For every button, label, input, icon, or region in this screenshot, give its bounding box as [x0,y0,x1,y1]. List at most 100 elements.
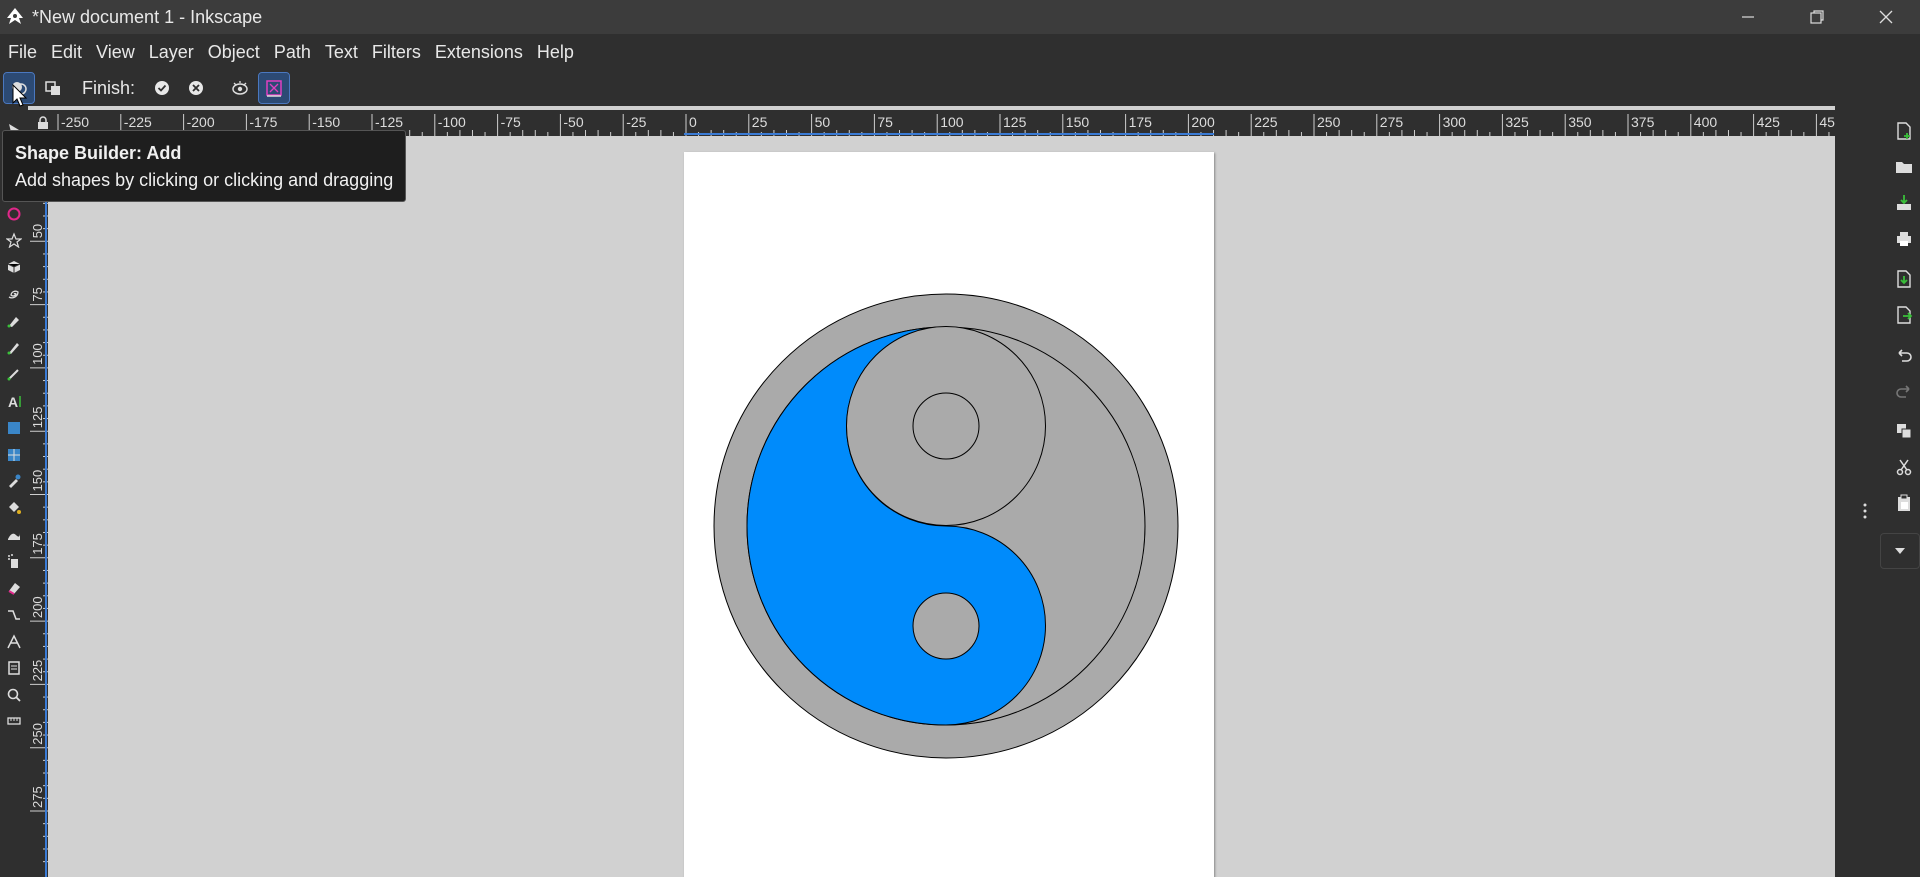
paste-icon[interactable] [1895,494,1913,512]
ruler-tick-label: 75 [877,114,893,130]
ruler-tick-label: -175 [249,114,277,130]
tool-zoom[interactable] [4,685,24,705]
tool-spray[interactable] [4,551,24,571]
ruler-tick-label: 200 [30,596,45,618]
tool-tweak[interactable] [4,525,24,545]
cancel-icon [189,81,204,95]
menu-view[interactable]: View [89,42,142,63]
open-icon[interactable] [1895,158,1913,176]
replace-shapes-toggle[interactable] [258,72,291,104]
visibility-icon [232,81,248,95]
finish-confirm-button[interactable] [147,73,177,103]
finish-cancel-button[interactable] [181,73,211,103]
pencil-icon [7,343,19,355]
import-icon[interactable] [1895,270,1913,288]
close-button[interactable] [1851,0,1920,34]
menu-text[interactable]: Text [318,42,365,63]
vertical-ruler[interactable]: 255075100125150175200225250275 [28,136,48,877]
mouse-cursor-icon [12,84,28,107]
check-icon [155,81,170,95]
restore-button[interactable] [1782,0,1851,34]
menu-file[interactable]: File [0,42,44,63]
canvas[interactable] [48,136,1835,877]
ruler-tick-label: 0 [689,114,697,130]
ruler-tick-label: 250 [30,723,45,745]
tool-calligraphy[interactable] [4,364,24,384]
ruler-tick-label: 325 [1505,114,1529,130]
toolbox: A [0,106,28,877]
menu-layer[interactable]: Layer [142,42,201,63]
tool-eraser[interactable] [4,578,24,598]
vertical-ruler-ticks: 255075100125150175200225250275 [30,136,48,877]
menu-extensions[interactable]: Extensions [428,42,530,63]
undo-icon[interactable] [1895,346,1913,364]
minimize-button[interactable] [1713,0,1782,34]
paint-bucket-icon [9,502,21,514]
ruler-tick-label: 50 [30,224,45,238]
shape-builder-remove-button[interactable] [38,73,68,103]
ruler-tick-label: 100 [30,343,45,365]
shape-builder-remove-icon [45,81,60,95]
more-commands-dots-icon[interactable] [1862,502,1868,520]
svg-text:A: A [8,394,18,409]
ruler-tick-label: 275 [1380,114,1404,130]
tool-mesh[interactable] [4,445,24,465]
close-icon [1879,10,1892,24]
ruler-tick-label: 150 [1066,114,1090,130]
calligraphy-icon [7,369,19,381]
show-original-button[interactable] [225,73,255,103]
menu-filters[interactable]: Filters [365,42,428,63]
measure-icon [7,717,21,725]
tool-spiral[interactable] [4,284,24,304]
new-document-icon[interactable] [1895,122,1913,140]
ruler-tick-label: 200 [1191,114,1215,130]
more-commands-button[interactable] [1880,533,1920,569]
ruler-tick-label: 375 [1631,114,1655,130]
cut-icon[interactable] [1895,458,1913,476]
box-3d-icon [7,261,21,273]
tool-gradient[interactable] [4,418,24,438]
tool-text[interactable]: A [4,391,24,411]
tool-connector[interactable] [4,605,24,625]
tooltip-title: Shape Builder: Add [15,143,182,163]
tooltip-body: Add shapes by clicking or clicking and d… [15,170,394,190]
print-icon[interactable] [1895,230,1913,248]
chevron-down-icon [1895,548,1905,554]
tool-pencil[interactable] [4,338,24,358]
ruler-tick-label: -225 [124,114,152,130]
export-icon[interactable] [1895,306,1913,324]
tool-3d-box[interactable] [4,257,24,277]
ruler-tick-label: 425 [1757,114,1781,130]
tool-dropper[interactable] [4,471,24,491]
ruler-tick-label: -250 [61,114,89,130]
inkscape-logo-icon [7,8,23,24]
ruler-tick-label: 400 [1694,114,1718,130]
commands-bar [1835,70,1920,877]
tooltip: Shape Builder: Add Add shapes by clickin… [2,130,406,202]
ruler-tick-label: 225 [30,660,45,682]
upper-dot[interactable] [912,392,980,460]
tool-paint-bucket[interactable] [4,498,24,518]
tool-ellipse[interactable] [4,204,24,224]
menu-help[interactable]: Help [530,42,581,63]
title-bar: *New document 1 - Inkscape [0,0,1920,34]
ruler-tick-label: 250 [1317,114,1341,130]
menu-edit[interactable]: Edit [44,42,89,63]
drawing-yin-yang[interactable] [48,136,1835,877]
menu-object[interactable]: Object [201,42,267,63]
save-icon[interactable] [1895,194,1913,212]
lower-dot[interactable] [912,592,980,660]
tool-pen[interactable] [4,311,24,331]
tool-pages[interactable] [4,658,24,678]
ruler-tick-label: 450 [1819,114,1835,130]
connector-icon [8,610,20,620]
menu-path[interactable]: Path [267,42,318,63]
tool-star[interactable] [4,230,24,250]
tool-measure[interactable] [4,711,24,731]
ruler-tick-label: 225 [1254,114,1278,130]
zoom-icon [7,688,21,702]
redo-icon[interactable] [1895,382,1913,400]
copy-icon[interactable] [1895,422,1913,440]
tool-lpe[interactable] [4,632,24,652]
text-tool-icon: A [8,394,21,409]
